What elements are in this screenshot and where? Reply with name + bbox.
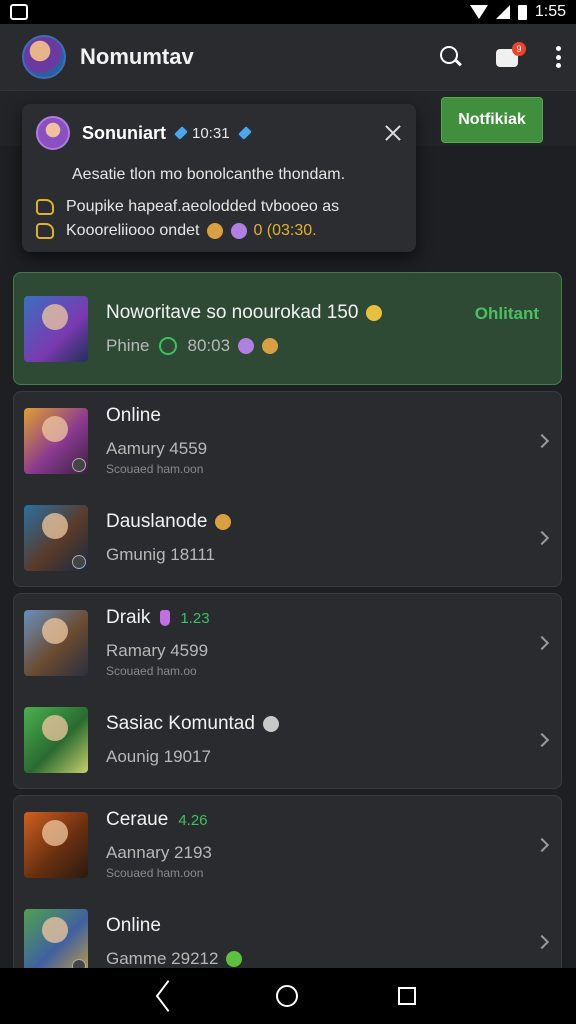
list-item[interactable]: Online Aamury 4559 Scouaed ham.oon [14, 392, 561, 489]
notification-popup[interactable]: Sonuniart 10:31 Aesatie tlon mo bonolcan… [22, 104, 416, 252]
item-badge: 4.26 [178, 811, 208, 829]
app-title: Nomumtav [80, 44, 194, 69]
system-nav-bar [0, 968, 576, 1024]
app-bar: Nomumtav 9 [0, 24, 576, 90]
toast-line-1: Poupike hapeaf.aeolodded tvbooeo as [66, 198, 340, 215]
list-item[interactable]: Draik 1.23 Ramary 4599 Scouaed ham.oo [14, 594, 561, 691]
status-time: 1:55 [534, 3, 566, 20]
list-item[interactable]: Dauslanode Gmunig 18111 [14, 489, 561, 586]
item-subtitle: Phine 80:03 [106, 336, 551, 356]
star-icon [207, 223, 224, 239]
item-title: Online [106, 405, 161, 426]
coin-icon [262, 337, 279, 354]
item-thumbnail [24, 407, 88, 474]
chat-list: Noworitave so noourokad 150 Phine 80:03 … [13, 272, 562, 991]
notify-button[interactable]: Notfikiak [441, 97, 543, 143]
item-subtitle: Ramary 4599 [106, 641, 209, 660]
search-icon[interactable] [440, 46, 462, 68]
item-thumbnail [24, 811, 88, 878]
item-group: Ceraue 4.26 Aannary 2193 Scouaed ham.oon… [13, 795, 562, 991]
signal-icon [495, 5, 510, 19]
close-icon[interactable] [384, 124, 402, 142]
status-bar: 1:55 [0, 0, 576, 24]
battery-icon [517, 4, 527, 20]
message-time: 10:31 [192, 124, 230, 142]
status-label: Ohlitant [474, 304, 539, 323]
list-item[interactable]: Ceraue 4.26 Aannary 2193 Scouaed ham.oon [14, 796, 561, 893]
home-icon[interactable] [276, 985, 298, 1007]
item-title: Online [106, 914, 161, 936]
smile-icon [366, 304, 383, 321]
recent-apps-icon[interactable] [398, 987, 416, 1005]
hand-icon [36, 223, 54, 239]
list-item[interactable]: Sasiac Komuntad Aounig 19017 [14, 691, 561, 788]
hand-icon [36, 199, 54, 215]
coin-icon [262, 715, 279, 732]
highlighted-item[interactable]: Noworitave so noourokad 150 Phine 80:03 … [13, 272, 562, 385]
item-subtitle: Gmunig 18111 [106, 544, 215, 564]
wifi-icon [469, 5, 488, 19]
item-thumbnail [24, 504, 88, 571]
gem-icon [238, 337, 255, 354]
item-thumbnail [24, 609, 88, 676]
item-note: Scouaed ham.oon [106, 462, 204, 476]
avatar[interactable] [22, 35, 66, 79]
item-subtitle: Aannary 2193 [106, 843, 212, 862]
chat-badge: 9 [512, 42, 526, 56]
item-thumbnail [24, 706, 88, 773]
item-badge: 1.23 [180, 609, 210, 627]
item-note: Scouaed ham.oon [106, 866, 204, 880]
item-group: Online Aamury 4559 Scouaed ham.oon Dausl… [13, 391, 562, 587]
gem-icon [231, 223, 248, 239]
helmet-icon [215, 513, 232, 530]
item-note: Scouaed ham.oo [106, 664, 197, 678]
item-group: Draik 1.23 Ramary 4599 Scouaed ham.oo Sa… [13, 593, 562, 789]
item-title: Sasiac Komuntad [106, 713, 551, 735]
item-thumbnail [24, 295, 88, 362]
item-thumbnail [24, 908, 88, 975]
back-icon[interactable] [160, 986, 176, 1006]
leaf-icon [226, 950, 243, 967]
toast-line-2: Koooreliiooo ondet [66, 222, 200, 239]
gem-icon [237, 126, 252, 140]
potion-icon [160, 610, 171, 626]
more-options-icon[interactable] [556, 46, 562, 68]
item-title: Draik 1.23 [106, 607, 210, 628]
item-title: Ceraue 4.26 [106, 809, 208, 830]
chat-icon[interactable]: 9 [496, 42, 526, 68]
item-subtitle: Aamury 4559 [106, 439, 208, 458]
sender-avatar [36, 116, 70, 150]
toast-line-2-tail: 0 (03:30. [253, 222, 317, 239]
ring-icon [159, 336, 178, 355]
gem-icon [174, 126, 188, 140]
toast-message: Aesatie tlon mo bonolcanthe thondam. [72, 166, 346, 183]
item-subtitle: Gamme 29212 [106, 949, 551, 969]
item-subtitle: Aounig 19017 [106, 746, 211, 766]
sender-name: Sonuniart [82, 122, 166, 143]
notification-icon [10, 4, 28, 20]
item-title: Dauslanode [106, 511, 551, 533]
